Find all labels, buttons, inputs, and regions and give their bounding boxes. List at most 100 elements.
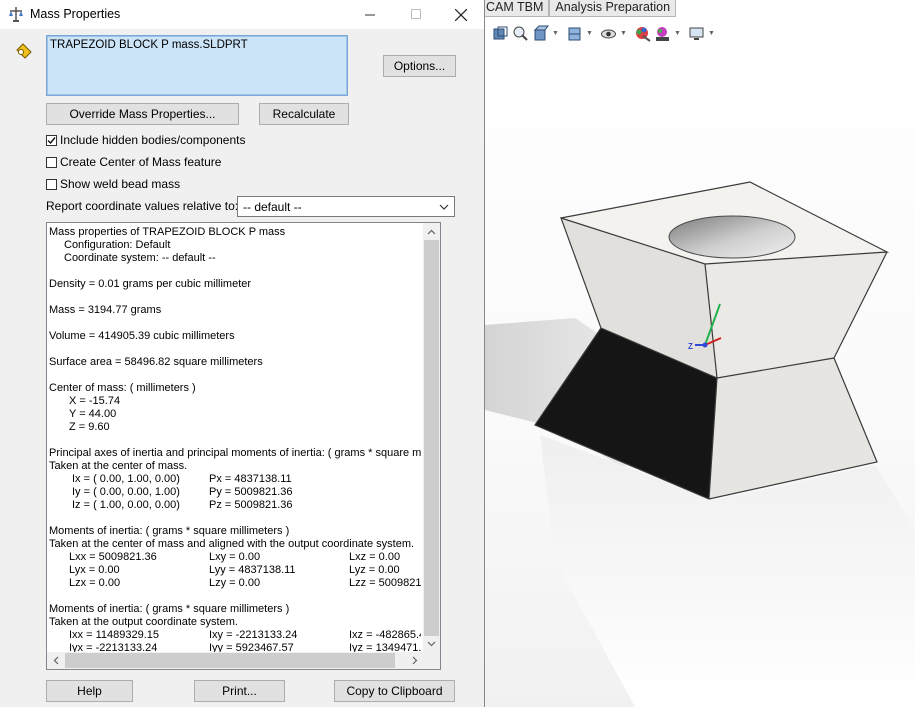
configuration-text: Configuration: Default bbox=[64, 239, 171, 251]
report-coordinates-label: Report coordinate values relative to: bbox=[46, 199, 239, 213]
edit-appearance-icon[interactable] bbox=[633, 24, 652, 43]
close-button[interactable] bbox=[438, 0, 484, 29]
chevron-down-icon[interactable]: ▼ bbox=[585, 30, 594, 37]
create-center-of-mass-checkbox[interactable]: Create Center of Mass feature bbox=[46, 154, 221, 170]
maximize-icon bbox=[410, 9, 421, 19]
chevron-up-icon bbox=[427, 229, 436, 234]
moments-output-note: Taken at the output coordinate system. bbox=[49, 616, 238, 628]
minimize-button[interactable] bbox=[347, 0, 393, 29]
principal-axes-heading: Principal axes of inertia and principal … bbox=[49, 447, 421, 459]
tab-analysis-preparation[interactable]: Analysis Preparation bbox=[549, 0, 677, 17]
chevron-down-icon[interactable] bbox=[437, 199, 451, 215]
include-hidden-bodies-checkbox[interactable]: Include hidden bodies/components bbox=[46, 132, 245, 148]
tab-cam-tbm[interactable]: CAM TBM bbox=[485, 0, 550, 17]
chevron-down-icon[interactable]: ▼ bbox=[619, 30, 628, 37]
heads-up-view-toolbar: ▼ ▼ ▼ ▼ ▼ bbox=[491, 22, 720, 44]
moment-value: Ixz = -482865.44 bbox=[349, 629, 421, 641]
moment-value: Lxy = 0.00 bbox=[209, 551, 261, 563]
hide-show-items-icon[interactable] bbox=[599, 24, 618, 43]
moment-value: Lyx = 0.00 bbox=[69, 564, 120, 576]
moments-output-heading: Moments of inertia: ( grams * square mil… bbox=[49, 603, 290, 615]
principal-moment: Py = 5009821.36 bbox=[209, 486, 293, 498]
volume-value: Volume = 414905.39 cubic millimeters bbox=[49, 330, 235, 342]
moments-output-row: Ixx = 11489329.15 Ixy = -2213133.24 Ixz … bbox=[49, 629, 421, 642]
moment-value: Iyy = 5923467.57 bbox=[209, 642, 294, 652]
principal-row: Ix = ( 0.00, 1.00, 0.00) Px = 4837138.11 bbox=[49, 473, 421, 486]
selected-part-item[interactable]: TRAPEZOID BLOCK P mass.SLDPRT bbox=[50, 39, 248, 51]
moment-value: Lxz = 0.00 bbox=[349, 551, 401, 563]
zoom-to-area-icon[interactable] bbox=[511, 24, 530, 43]
moment-value: Lzx = 0.00 bbox=[69, 577, 121, 589]
checkbox-box[interactable] bbox=[46, 134, 57, 146]
scroll-right-button[interactable] bbox=[406, 652, 423, 669]
chevron-left-icon bbox=[53, 656, 58, 665]
minimize-icon bbox=[364, 14, 375, 16]
options-button[interactable]: Options... bbox=[383, 55, 456, 77]
print-button[interactable]: Print... bbox=[194, 680, 285, 702]
results-text-area[interactable]: Mass properties of TRAPEZOID BLOCK P mas… bbox=[46, 222, 441, 670]
mass-value: Mass = 3194.77 grams bbox=[49, 304, 162, 316]
principal-axis: Iz = ( 1.00, 0.00, 0.00) bbox=[72, 499, 180, 511]
principal-moment: Px = 4837138.11 bbox=[209, 473, 292, 485]
triad-z-label: Z bbox=[688, 342, 693, 351]
vertical-scrollbar[interactable] bbox=[423, 223, 440, 652]
mass-properties-dialog: Mass Properties TRAPEZOID BLOCK P mass.S… bbox=[0, 0, 485, 707]
top-hole bbox=[668, 215, 796, 259]
section-view-icon[interactable] bbox=[565, 24, 584, 43]
upper-right-face bbox=[705, 252, 887, 378]
center-of-mass-x: X = -15.74 bbox=[69, 395, 121, 407]
center-of-mass-y: Y = 44.00 bbox=[69, 408, 117, 420]
coordinate-system-dropdown[interactable]: -- default -- bbox=[237, 196, 455, 217]
density-value: Density = 0.01 grams per cubic millimete… bbox=[49, 278, 252, 290]
close-icon bbox=[455, 8, 467, 21]
scroll-up-button[interactable] bbox=[423, 223, 440, 240]
chevron-down-icon[interactable]: ▼ bbox=[707, 30, 716, 37]
previous-view-icon[interactable] bbox=[531, 24, 550, 43]
chevron-down-icon[interactable]: ▼ bbox=[673, 30, 682, 37]
coordinate-system-text: Coordinate system: -- default -- bbox=[64, 252, 216, 264]
zoom-to-fit-icon[interactable] bbox=[491, 24, 510, 43]
view-settings-icon[interactable] bbox=[687, 24, 706, 43]
moment-value: Ixx = 11489329.15 bbox=[69, 629, 160, 641]
apply-scene-icon[interactable] bbox=[653, 24, 672, 43]
show-weld-bead-mass-checkbox[interactable]: Show weld bead mass bbox=[46, 176, 180, 192]
override-mass-properties-button[interactable]: Override Mass Properties... bbox=[46, 103, 239, 125]
horizontal-scroll-thumb[interactable] bbox=[65, 653, 395, 668]
moment-value: Lzz = 5009821.36 bbox=[349, 577, 421, 589]
scroll-down-button[interactable] bbox=[423, 635, 440, 652]
vertical-scroll-thumb[interactable] bbox=[424, 240, 439, 636]
title-bar[interactable]: Mass Properties bbox=[0, 0, 484, 29]
scroll-left-button[interactable] bbox=[47, 652, 64, 669]
help-button[interactable]: Help bbox=[46, 680, 133, 702]
checkbox-box[interactable] bbox=[46, 156, 57, 168]
moment-value: Lyz = 0.00 bbox=[349, 564, 400, 576]
selected-items-icon bbox=[16, 43, 32, 59]
mass-properties-icon bbox=[9, 7, 23, 22]
chevron-down-icon[interactable]: ▼ bbox=[551, 30, 560, 37]
selected-items-list[interactable]: TRAPEZOID BLOCK P mass.SLDPRT bbox=[46, 35, 348, 96]
moment-value: Iyx = -2213133.24 bbox=[69, 642, 158, 652]
checkbox-box[interactable] bbox=[46, 178, 57, 190]
chevron-right-icon bbox=[412, 656, 417, 665]
results-content[interactable]: Mass properties of TRAPEZOID BLOCK P mas… bbox=[49, 226, 421, 652]
scrollbar-corner bbox=[423, 652, 440, 669]
copy-to-clipboard-button[interactable]: Copy to Clipboard bbox=[334, 680, 455, 702]
recalculate-button[interactable]: Recalculate bbox=[259, 103, 349, 125]
moment-value: Ixy = -2213133.24 bbox=[209, 629, 298, 641]
horizontal-scrollbar[interactable] bbox=[47, 652, 423, 669]
moment-value: Lzy = 0.00 bbox=[209, 577, 261, 589]
surface-area-value: Surface area = 58496.82 square millimete… bbox=[49, 356, 263, 368]
moments-com-heading: Moments of inertia: ( grams * square mil… bbox=[49, 525, 290, 537]
dialog-title: Mass Properties bbox=[30, 7, 121, 21]
graphics-viewport[interactable]: Z CAM TBM Analysis Preparation ▼ ▼ ▼ ▼ ▼ bbox=[485, 0, 915, 707]
chevron-down-icon bbox=[427, 641, 436, 646]
coordinate-system-value: -- default -- bbox=[243, 200, 302, 214]
principal-axis: Ix = ( 0.00, 1.00, 0.00) bbox=[72, 473, 180, 485]
checkbox-label: Create Center of Mass feature bbox=[60, 155, 222, 169]
maximize-button[interactable] bbox=[393, 0, 439, 29]
moments-com-row: Lzx = 0.00 Lzy = 0.00 Lzz = 5009821.36 bbox=[49, 577, 421, 590]
model-canvas[interactable]: Z bbox=[485, 0, 915, 707]
principal-row: Iz = ( 1.00, 0.00, 0.00) Pz = 5009821.36 bbox=[49, 499, 421, 512]
moments-output-row: Iyx = -2213133.24 Iyy = 5923467.57 Iyz =… bbox=[49, 642, 421, 652]
results-header: Mass properties of TRAPEZOID BLOCK P mas… bbox=[49, 226, 286, 238]
